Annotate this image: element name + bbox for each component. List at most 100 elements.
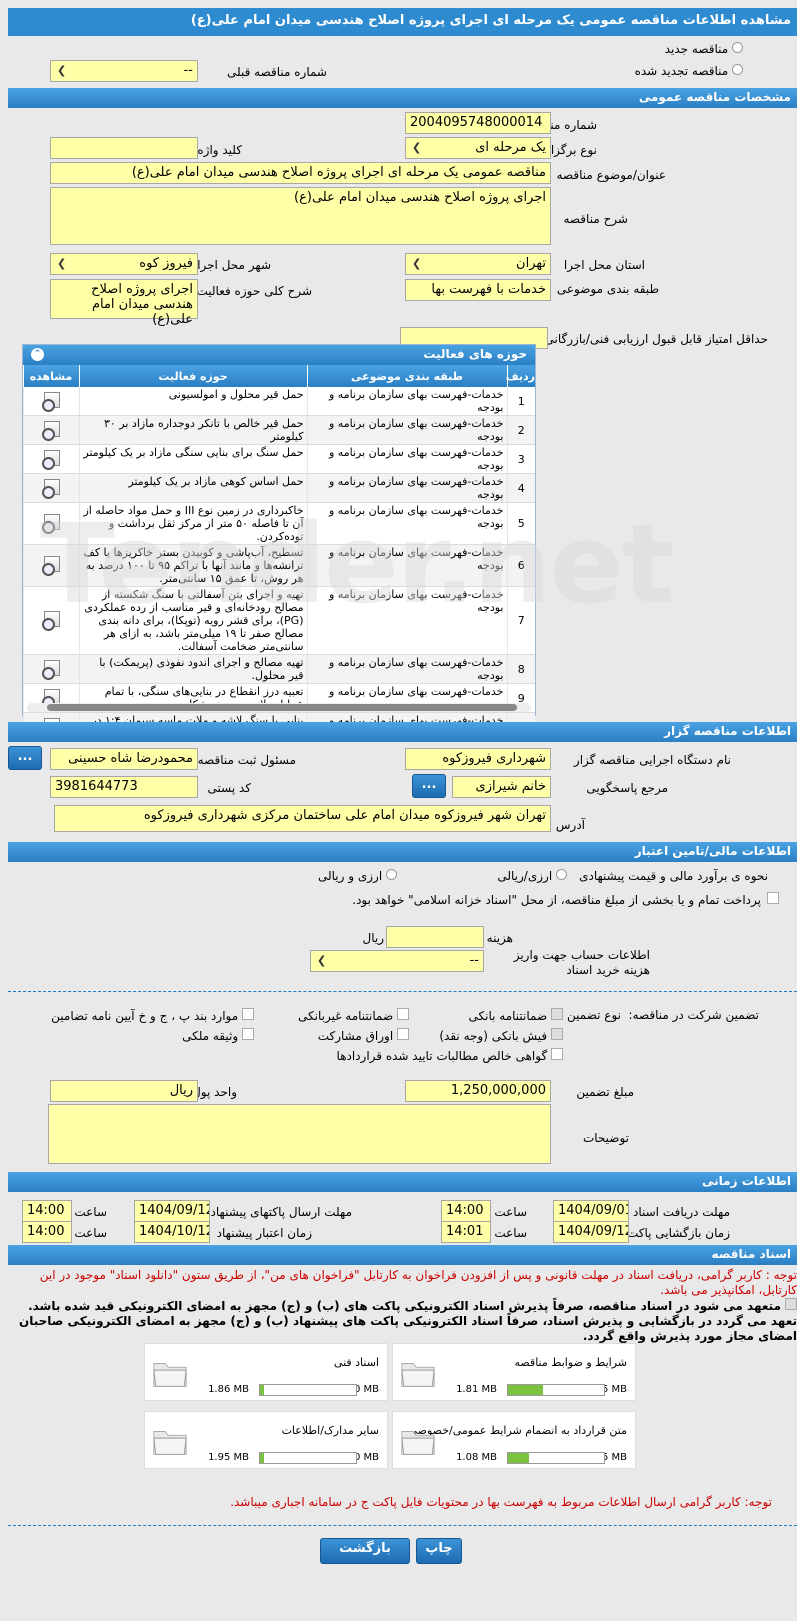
grid-header: حوزه های فعالیت ⌃ bbox=[23, 345, 535, 365]
account-label: اطلاعات حساب جهت واریز هزینه خرید اسناد bbox=[513, 948, 650, 977]
gtype-nonbank-checkbox[interactable] bbox=[397, 1008, 409, 1020]
view-magnifier-icon[interactable] bbox=[40, 659, 62, 680]
row-view-cell[interactable] bbox=[22, 387, 79, 416]
gtype-bonds-checkbox[interactable] bbox=[397, 1028, 409, 1040]
send-field[interactable]: 1404/09/12 bbox=[134, 1200, 210, 1222]
horizontal-scrollbar[interactable] bbox=[27, 703, 531, 712]
send-time[interactable]: 14:00 bbox=[22, 1200, 72, 1222]
estimate-opt1[interactable]: ارزی/ریالی bbox=[497, 869, 567, 883]
radio-new[interactable] bbox=[732, 42, 743, 53]
view-magnifier-icon[interactable] bbox=[40, 478, 62, 499]
gtype-cash[interactable]: فیش بانکی (وجه نقد) bbox=[439, 1028, 563, 1043]
open-label: زمان بازگشایی پاکت ها bbox=[613, 1226, 730, 1240]
price-list-note: توجه: کاربر گرامی ارسال اطلاعات مربوط به… bbox=[230, 1495, 772, 1509]
scrollbar-thumb[interactable] bbox=[47, 704, 517, 711]
gtype-receivables-label: گواهی خالص مطالبات تایید شده قراردادها bbox=[336, 1049, 548, 1063]
view-magnifier-icon[interactable] bbox=[40, 391, 62, 412]
row-view-cell[interactable] bbox=[22, 654, 79, 684]
row-number: 4 bbox=[506, 473, 535, 503]
view-magnifier-icon[interactable] bbox=[40, 513, 62, 534]
commitment-option[interactable]: متعهد می شود در اسناد مناقصه، صرفاً پذیر… bbox=[7, 1298, 797, 1344]
gtype-property-checkbox[interactable] bbox=[242, 1028, 254, 1040]
tender-number-field[interactable]: 2004095748000014 bbox=[405, 112, 551, 134]
row-view-cell[interactable] bbox=[22, 415, 79, 445]
type-select[interactable]: یک مرحله ای ❯ bbox=[405, 137, 551, 159]
radio-opt2[interactable] bbox=[386, 869, 397, 880]
doc-card[interactable]: متن قرارداد به انضمام شرایط عمومی/خصوصی 5… bbox=[392, 1411, 636, 1469]
addr-field[interactable]: تهران شهر فیروزکوه میدان امام علی ساختما… bbox=[54, 805, 551, 832]
radio-opt1[interactable] bbox=[556, 869, 567, 880]
row-view-cell[interactable] bbox=[22, 544, 79, 587]
table-row: 4 خدمات-فهرست بهای سازمان برنامه و بودجه ح… bbox=[22, 473, 535, 503]
resp-lookup-button[interactable]: ... bbox=[8, 746, 42, 770]
row-view-cell[interactable] bbox=[22, 502, 79, 545]
gtype-cash-checkbox[interactable] bbox=[551, 1028, 563, 1040]
amount-field[interactable]: 1,250,000,000 bbox=[405, 1080, 551, 1102]
new-tender-option[interactable]: مناقصه جدید bbox=[665, 42, 743, 56]
estimate-opt2[interactable]: ارزی و ریالی bbox=[318, 869, 397, 883]
notes-field[interactable] bbox=[48, 1104, 551, 1164]
valid-field[interactable]: 1404/10/12 bbox=[134, 1221, 210, 1243]
doc-name: سایر مدارک/اطلاعات bbox=[281, 1424, 379, 1437]
unit-field[interactable]: ریال bbox=[50, 1080, 198, 1102]
doc-size: 1.08 MB bbox=[456, 1452, 497, 1463]
row-scope: حمل قیر محلول و امولسیونی bbox=[78, 387, 307, 416]
ref-lookup-button[interactable]: ... bbox=[412, 774, 446, 798]
gtype-bank[interactable]: ضمانتنامه بانکی bbox=[469, 1008, 563, 1023]
valid-time[interactable]: 14:00 bbox=[22, 1221, 72, 1243]
commitment-checkbox[interactable] bbox=[785, 1298, 797, 1310]
row-view-cell[interactable] bbox=[22, 473, 79, 503]
collapse-icon[interactable]: ⌃ bbox=[31, 348, 44, 361]
doc-recv-field[interactable]: 1404/09/01 bbox=[553, 1200, 629, 1222]
org-field[interactable]: شهرداری فیروزکوه bbox=[405, 748, 551, 770]
back-button[interactable]: بازگشت bbox=[320, 1538, 410, 1564]
keyword-input[interactable] bbox=[50, 137, 198, 159]
postal-field[interactable]: 3981644773 bbox=[50, 776, 198, 798]
treasury-checkbox[interactable] bbox=[767, 892, 779, 904]
doc-card[interactable]: اسناد فنی 50 MB 1.86 MB bbox=[144, 1343, 388, 1401]
doc-name: اسناد فنی bbox=[333, 1356, 379, 1369]
print-button[interactable]: چاپ bbox=[416, 1538, 462, 1564]
ref-field[interactable]: خانم شیرازی bbox=[452, 776, 551, 798]
gtype-bonds[interactable]: اوراق مشارکت bbox=[318, 1028, 409, 1043]
doc-fee-input[interactable] bbox=[386, 926, 484, 948]
col-header-view[interactable]: مشاهده bbox=[22, 365, 79, 387]
gtype-regulation-checkbox[interactable] bbox=[242, 1008, 254, 1020]
doc-recv-time[interactable]: 14:00 bbox=[441, 1200, 491, 1222]
city-select[interactable]: فیروز کوه ❯ bbox=[50, 253, 198, 275]
view-magnifier-icon[interactable] bbox=[40, 449, 62, 470]
desc-field[interactable]: اجرای پروژه اصلاح هندسی میدان امام علی(ع… bbox=[50, 187, 551, 245]
row-view-cell[interactable] bbox=[22, 444, 79, 474]
gtype-bank-checkbox[interactable] bbox=[551, 1008, 563, 1020]
ref-label: مرجع پاسخگویی bbox=[586, 781, 668, 795]
row-view-cell[interactable] bbox=[22, 586, 79, 655]
view-magnifier-icon[interactable] bbox=[40, 555, 62, 576]
gtype-receivables[interactable]: گواهی خالص مطالبات تایید شده قراردادها bbox=[337, 1048, 563, 1063]
view-magnifier-icon[interactable] bbox=[40, 610, 62, 631]
doc-card[interactable]: شرایط و ضوابط مناقصه 5 MB 1.81 MB bbox=[392, 1343, 636, 1401]
open-time[interactable]: 14:01 bbox=[441, 1221, 491, 1243]
province-select[interactable]: تهران ❯ bbox=[405, 253, 551, 275]
divider bbox=[8, 1525, 797, 1526]
timing-section-header: اطلاعات زمانی bbox=[8, 1172, 797, 1192]
col-header-scope[interactable]: حوزه فعالیت bbox=[78, 365, 307, 387]
col-header-row[interactable]: ردیف bbox=[506, 365, 535, 387]
view-magnifier-icon[interactable] bbox=[40, 420, 62, 441]
gtype-property[interactable]: وثیقه ملکی bbox=[182, 1028, 254, 1043]
scope-field[interactable]: اجرای پروژه اصلاح هندسی میدان امام علی(ع… bbox=[50, 279, 198, 327]
col-header-class[interactable]: طبقه بندی موضوعی bbox=[306, 365, 507, 387]
radio-renewed[interactable] bbox=[732, 64, 743, 75]
prev-tender-select[interactable]: -- ❯ bbox=[50, 60, 198, 82]
treasury-option[interactable]: پرداخت تمام و یا بخشی از مبلغ مناقصه، از… bbox=[9, 892, 779, 908]
table-row: 5 خدمات-فهرست بهای سازمان برنامه و بودجه خ… bbox=[22, 502, 535, 545]
account-select[interactable]: -- ❯ bbox=[310, 950, 484, 972]
doc-card[interactable]: سایر مدارک/اطلاعات 50 MB 1.95 MB bbox=[144, 1411, 388, 1469]
gtype-receivables-checkbox[interactable] bbox=[551, 1048, 563, 1060]
class-field[interactable]: خدمات با فهرست بها bbox=[405, 279, 551, 301]
resp-field[interactable]: محمودرضا شاه حسینی bbox=[50, 748, 198, 770]
open-field[interactable]: 1404/09/12 bbox=[553, 1221, 629, 1243]
subject-field[interactable]: مناقصه عمومی یک مرحله ای اجرای پروژه اصل… bbox=[50, 162, 551, 184]
gtype-regulation[interactable]: موارد بند پ ، ج و خ آیین نامه تضامین bbox=[51, 1008, 254, 1023]
renewed-tender-option[interactable]: مناقصه تجدید شده bbox=[635, 64, 743, 78]
gtype-nonbank[interactable]: ضمانتنامه غیربانکی bbox=[298, 1008, 409, 1023]
